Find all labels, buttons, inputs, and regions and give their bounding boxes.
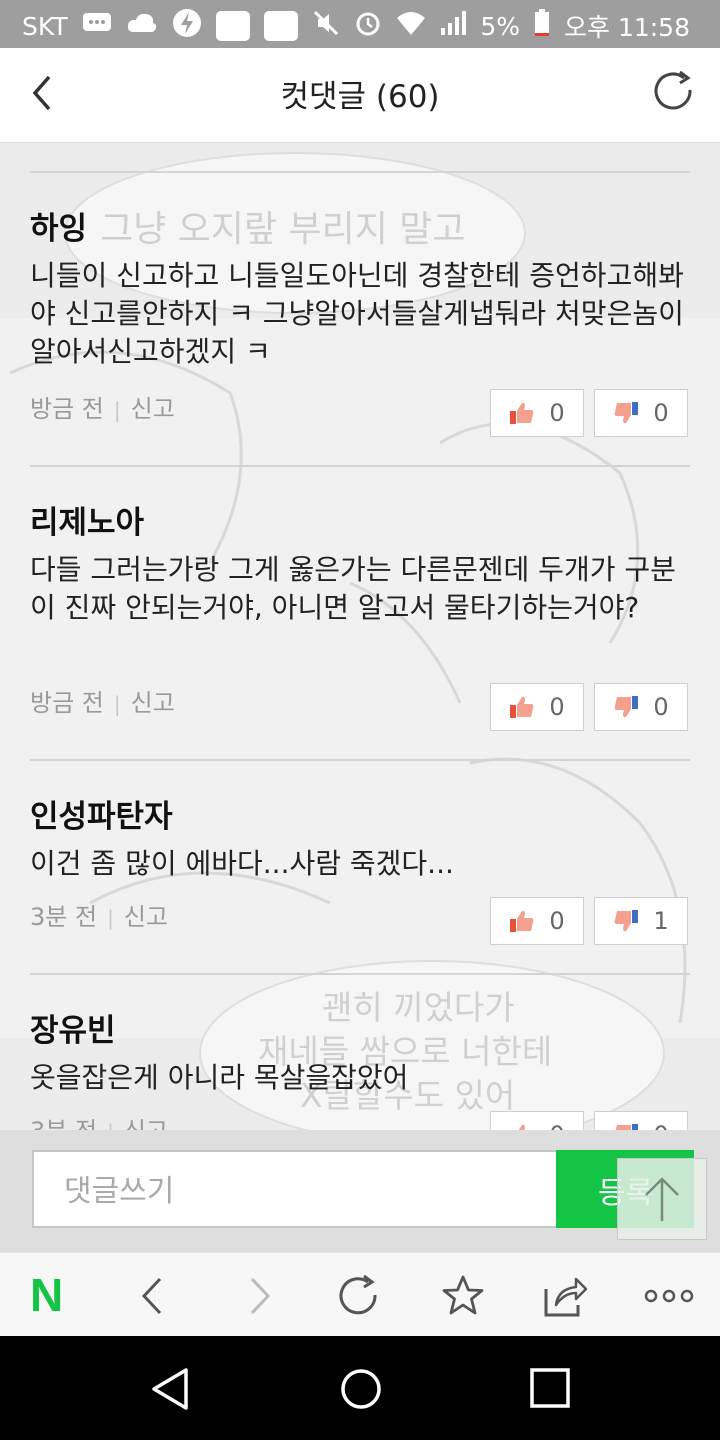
comment-time: 방금 전 <box>30 689 104 717</box>
thumbs-up-icon <box>510 910 534 932</box>
comment-text: 다들 그러는가랑 그게 옳은가는 다른문젠데 두개가 구분이 진짜 안되는거야,… <box>30 553 676 624</box>
browser-toolbar: N <box>0 1252 720 1337</box>
refresh-button[interactable] <box>650 68 698 116</box>
thumbs-up-icon <box>510 402 534 424</box>
thumbs-down-icon <box>615 910 639 932</box>
like-button[interactable]: 0 <box>490 1111 584 1130</box>
nav-back-button[interactable] <box>146 1364 196 1414</box>
comment-item: 장유빈 옷을잡은게 아니라 목살을잡았어 3분 전|신고 0 0 <box>30 973 690 1130</box>
browser-reload-button[interactable] <box>336 1273 382 1319</box>
comment-time: 3분 전 <box>30 903 98 931</box>
like-button[interactable]: 0 <box>490 389 584 437</box>
comment-text: 옷을잡은게 아니라 목살을잡았어 <box>30 1061 409 1094</box>
system-nav-bar <box>0 1336 720 1440</box>
share-icon <box>544 1277 588 1317</box>
battery-percent: 5% <box>480 11 520 41</box>
like-count: 0 <box>549 693 565 721</box>
comment-item: 인성파탄자 이건 좀 많이 에바다...사람 죽겠다... 3분 전 | 신고 0 … <box>30 759 690 975</box>
comment-item: 리제노아 다들 그러는가랑 그게 옳은가는 다른문젠데 두개가 구분이 진짜 안… <box>30 465 690 761</box>
like-count: 0 <box>549 907 565 935</box>
triangle-back-icon <box>152 1368 188 1410</box>
battery-icon <box>534 9 550 43</box>
circle-home-icon <box>341 1369 381 1409</box>
like-button[interactable]: 0 <box>490 897 584 945</box>
nav-recents-button[interactable] <box>526 1364 576 1414</box>
comment-text: 니들이 신고하고 니들일도아닌데 경찰한테 증언하고해봐야 신고를안하지 ㅋ 그… <box>30 259 684 368</box>
more-button[interactable] <box>644 1273 694 1319</box>
header: 컷댓글 (60) <box>0 48 720 143</box>
flash-app-icon <box>172 8 202 44</box>
comment-time: 방금 전 <box>30 395 104 423</box>
comment-author: 장유빈 <box>30 1013 116 1049</box>
like-count: 0 <box>549 399 565 427</box>
report-link[interactable]: 신고 <box>124 1117 168 1130</box>
notification-icon <box>215 11 250 41</box>
comment-time: 3분 전 <box>30 1117 97 1130</box>
thumbs-down-icon <box>615 696 639 718</box>
scroll-top-button[interactable] <box>617 1158 707 1240</box>
thumbs-up-icon <box>519 1124 526 1130</box>
more-icon <box>644 1289 694 1303</box>
carrier-label: SKT <box>22 11 68 41</box>
nav-home-button[interactable] <box>336 1364 386 1414</box>
comment-author: 인성파탄자 <box>30 799 173 835</box>
refresh-icon <box>654 70 692 110</box>
arrow-up-icon <box>645 1177 679 1221</box>
bookmark-button[interactable] <box>440 1273 486 1319</box>
comment-author: 리제노아 <box>30 505 145 541</box>
like-count: 0 <box>549 1121 564 1130</box>
dislike-button[interactable]: 0 <box>594 389 688 437</box>
comment-meta: 3분 전|신고 <box>30 903 168 931</box>
share-button[interactable] <box>542 1273 588 1319</box>
thumbs-down-icon <box>616 1124 639 1130</box>
signal-icon <box>440 10 467 42</box>
naver-logo[interactable]: N <box>30 1271 63 1319</box>
dislike-button[interactable]: 1 <box>594 897 688 945</box>
thumbs-up-icon <box>510 696 534 718</box>
comment-text: 이건 좀 많이 에바다...사람 죽겠다... <box>30 847 454 880</box>
dislike-button[interactable]: 0 <box>594 683 688 731</box>
thumbs-down-icon <box>615 402 639 424</box>
message-icon <box>82 11 112 41</box>
dislike-count: 0 <box>653 1121 668 1130</box>
browser-back-button[interactable] <box>130 1273 176 1319</box>
report-link[interactable]: 신고 <box>131 395 175 423</box>
dislike-count: 0 <box>653 399 669 427</box>
cloud-icon <box>126 11 158 41</box>
chevron-right-icon <box>250 1277 271 1315</box>
report-link[interactable]: 신고 <box>131 689 175 717</box>
comment-item: 하잉 니들이 신고하고 니들일도아닌데 경찰한테 증언하고해봐야 신고를안하지 … <box>30 171 690 467</box>
alarm-icon <box>354 9 382 43</box>
comment-input[interactable]: 댓글쓰기 <box>32 1150 558 1228</box>
browser-forward-button[interactable] <box>236 1273 282 1319</box>
report-link[interactable]: 신고 <box>124 903 168 931</box>
comment-meta: 3분 전|신고 <box>30 1111 168 1130</box>
square-recents-icon <box>530 1368 570 1408</box>
star-icon <box>442 1275 484 1315</box>
dislike-count: 0 <box>653 693 669 721</box>
comment-meta: 방금 전 | 신고 <box>30 689 175 717</box>
comment-list[interactable]: 그냥 오지랖 부리지 말고 괜히 끼었다가 재네들 쌈으로 너한테 X랄할수도 … <box>0 143 720 1130</box>
refresh-icon <box>339 1274 377 1315</box>
chevron-left-icon <box>141 1277 162 1315</box>
page-title: 컷댓글 (60) <box>280 79 440 115</box>
dislike-button[interactable]: 0 <box>594 1111 688 1130</box>
comment-write-bar: 댓글쓰기 등록 <box>0 1130 720 1252</box>
comment-author: 하잉 <box>30 211 88 247</box>
dislike-count: 1 <box>653 907 669 935</box>
notification-icon <box>263 11 298 41</box>
status-bar: SKT 5% 오후 11:58 <box>0 0 720 48</box>
comment-meta: 방금 전 | 신고 <box>30 395 175 423</box>
clock: 오후 11:58 <box>564 13 690 42</box>
wifi-icon <box>396 10 426 42</box>
like-button[interactable]: 0 <box>490 683 584 731</box>
mute-icon <box>312 9 340 43</box>
